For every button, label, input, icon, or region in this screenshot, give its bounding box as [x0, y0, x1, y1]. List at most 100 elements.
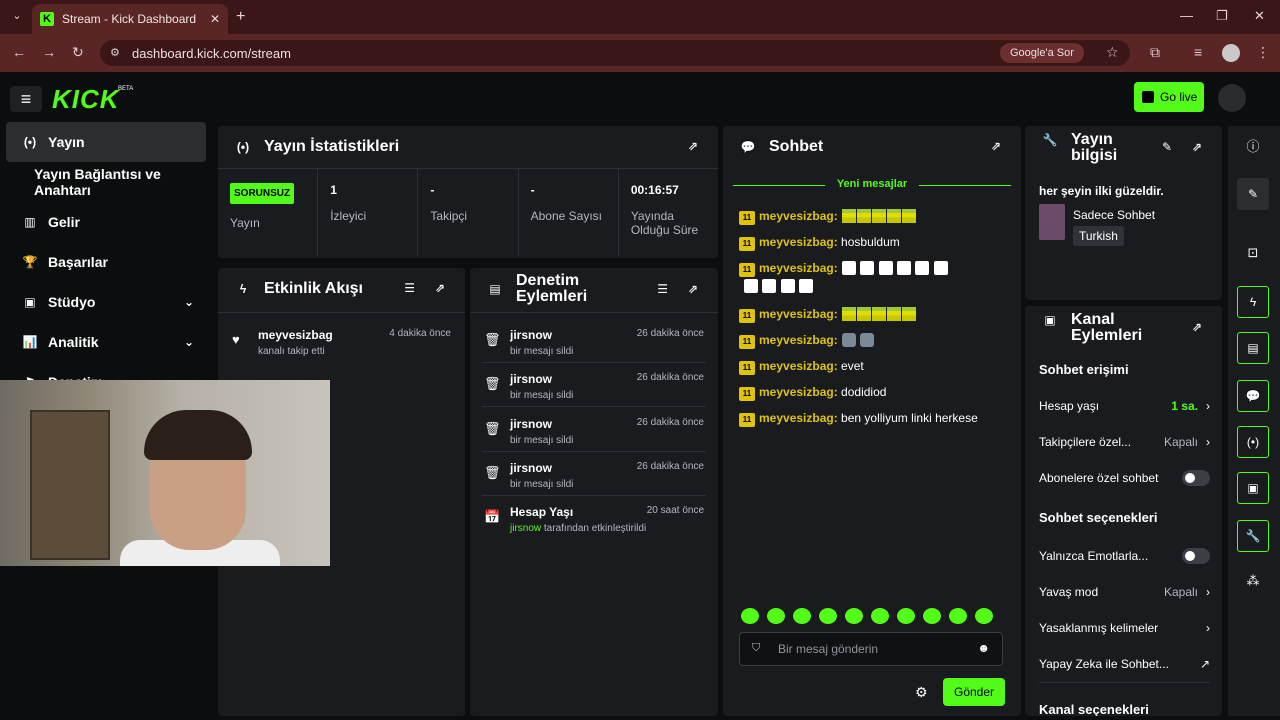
edit-icon[interactable]: ✎: [1237, 178, 1269, 210]
address-bar[interactable]: ⚙ dashboard.kick.com/stream Google'a Sor…: [100, 40, 1130, 66]
minimize-button[interactable]: —: [1180, 8, 1193, 23]
panel-title-line2: bilgisi: [1071, 147, 1118, 164]
stream-info-panel: 🔧 Yayın bilgisi ✎ ⇗ her şeyin ilki güzeldir.…: [1025, 126, 1222, 300]
slow-mode-row[interactable]: Yavaş mod Kapalı ›: [1039, 582, 1210, 602]
emote-button[interactable]: [819, 608, 837, 624]
subs-only-toggle[interactable]: [1182, 470, 1210, 486]
emote-button[interactable]: [923, 608, 941, 624]
emote-button[interactable]: [975, 608, 993, 624]
google-ask-button[interactable]: Google'a Sor: [1000, 43, 1084, 63]
tab-search-icon[interactable]: ⌄: [8, 7, 26, 25]
new-messages-divider: Yeni mesajlar: [733, 178, 1011, 192]
user-avatar[interactable]: [1218, 84, 1246, 112]
event-time: 26 dakika önce: [636, 328, 704, 339]
chat-username[interactable]: meyvesizbag:: [759, 307, 838, 321]
info-icon[interactable]: ⓘ: [1237, 132, 1269, 164]
ai-chat-row[interactable]: Yapay Zeka ile Sohbet... ↗: [1039, 654, 1210, 674]
emote-button[interactable]: [845, 608, 863, 624]
sidebar-item-revenue[interactable]: ▥ Gelir: [0, 202, 214, 242]
speaker-emote-icon: [780, 279, 795, 293]
browser-menu-icon[interactable]: ⋮: [1256, 44, 1270, 61]
chat-username[interactable]: meyvesizbag:: [759, 261, 838, 275]
camera-icon[interactable]: ▣: [1237, 472, 1269, 504]
trophy-icon: 🏆: [22, 255, 38, 269]
chat-message: 11 meyvesizbag: dodidiod: [739, 384, 886, 401]
filter-icon[interactable]: ☰: [657, 281, 668, 297]
equalizer-emote-icon: [842, 307, 857, 321]
chat-input[interactable]: ⛉ Bir mesaj gönderin ☻: [739, 632, 1003, 666]
section-heading: Kanal seçenekleri: [1039, 702, 1149, 716]
sidebar-item-studio[interactable]: ▣ Stüdyo ⌄: [0, 282, 214, 322]
chevron-down-icon[interactable]: ⌄: [184, 295, 194, 309]
lightning-icon[interactable]: ϟ: [1237, 286, 1269, 318]
chevron-down-icon[interactable]: ⌄: [184, 335, 194, 349]
shield-icon: ⛉: [752, 642, 761, 654]
nodes-icon[interactable]: ⁂: [1237, 566, 1269, 598]
emote-button[interactable]: [793, 608, 811, 624]
popout-icon[interactable]: ⇗: [688, 139, 698, 153]
row-label: Yasaklanmış kelimeler: [1039, 621, 1159, 635]
document-icon[interactable]: ▤: [1237, 332, 1269, 364]
bookmark-star-icon[interactable]: ☆: [1106, 44, 1119, 61]
profile-avatar[interactable]: [1222, 44, 1240, 62]
emote-button[interactable]: [949, 608, 967, 624]
broadcast-icon[interactable]: (•): [1237, 426, 1269, 458]
emoji-icon[interactable]: ☻: [977, 641, 990, 655]
trash-icon: 🗑: [484, 332, 501, 347]
emote-button[interactable]: [871, 608, 889, 624]
stat-label: Yayın: [230, 216, 260, 230]
screenshot-icon[interactable]: ⊡: [1237, 238, 1269, 270]
go-live-label: Go live: [1160, 90, 1198, 104]
popout-icon[interactable]: ⇗: [1192, 319, 1202, 335]
account-age-row[interactable]: Hesap yaşı 1 sa. ›: [1039, 396, 1210, 416]
emote-button[interactable]: [767, 608, 785, 624]
banned-words-row[interactable]: Yasaklanmış kelimeler ›: [1039, 618, 1210, 638]
channel-actions-panel: ▣ Kanal Eylemleri ⇗ Sohbet erişimi Hesap ya…: [1025, 306, 1222, 716]
followers-only-row[interactable]: Takipçilere özel... Kapalı ›: [1039, 432, 1210, 452]
emote-button[interactable]: [897, 608, 915, 624]
maximize-button[interactable]: ❐: [1216, 8, 1228, 24]
sidebar-item-achievements[interactable]: 🏆 Başarılar: [0, 242, 214, 282]
chat-username[interactable]: meyvesizbag:: [759, 235, 838, 249]
popout-icon[interactable]: ⇗: [1192, 139, 1202, 155]
emotes-only-toggle[interactable]: [1182, 548, 1210, 564]
moderation-actions-panel: ▤ Denetim Eylemleri ☰ ⇗ 🗑 jirsnow bir mesaj…: [470, 268, 718, 716]
filter-icon[interactable]: ☰: [404, 281, 415, 295]
emote-button[interactable]: [741, 608, 759, 624]
chat-username[interactable]: meyvesizbag:: [759, 209, 838, 223]
popout-icon[interactable]: ⇗: [688, 281, 698, 297]
chat-username[interactable]: meyvesizbag:: [759, 411, 838, 425]
sidebar-item-stream-key[interactable]: Yayın Bağlantısı ve Anahtarı: [0, 162, 214, 202]
go-live-button[interactable]: Go live: [1134, 82, 1204, 112]
category-name[interactable]: Sadece Sohbet: [1073, 208, 1155, 222]
back-icon[interactable]: ←: [12, 44, 26, 60]
list-item: 🗑 jirsnow bir mesajı sildi 26 dakika önc…: [470, 461, 718, 490]
chat-text: hosbuldum: [841, 235, 900, 249]
wrench-icon[interactable]: 🔧: [1237, 520, 1269, 552]
equalizer-emote-icon: [887, 307, 902, 321]
popout-icon[interactable]: ⇗: [991, 139, 1001, 153]
site-info-icon[interactable]: ⚙: [110, 46, 120, 59]
media-icon[interactable]: ≡: [1194, 44, 1202, 60]
sidebar-item-analytics[interactable]: 📊 Analitik ⌄: [0, 322, 214, 362]
reload-icon[interactable]: ↻: [72, 44, 84, 61]
close-window-button[interactable]: ✕: [1254, 8, 1265, 24]
section-heading: Sohbet seçenekleri: [1039, 510, 1158, 525]
sidebar-item-stream[interactable]: (•) Yayın: [6, 122, 206, 162]
menu-icon[interactable]: ≡: [10, 86, 42, 112]
extensions-icon[interactable]: ⧉: [1150, 44, 1160, 61]
send-button[interactable]: Gönder: [943, 678, 1005, 706]
kick-logo[interactable]: KICK: [52, 84, 120, 115]
forward-icon[interactable]: →: [42, 44, 56, 60]
document-icon: ▤: [489, 282, 501, 296]
browser-tab[interactable]: K Stream - Kick Dashboard ✕: [32, 4, 228, 34]
popout-icon[interactable]: ⇗: [435, 281, 445, 295]
edit-icon[interactable]: ✎: [1162, 139, 1172, 155]
new-tab-button[interactable]: +: [236, 8, 245, 26]
tab-close-icon[interactable]: ✕: [210, 12, 220, 26]
chat-settings-icon[interactable]: ⚙: [915, 684, 928, 701]
chat-username[interactable]: meyvesizbag:: [759, 359, 838, 373]
chat-bubble-icon[interactable]: 💬: [1237, 380, 1269, 412]
chat-username[interactable]: meyvesizbag:: [759, 333, 838, 347]
chat-username[interactable]: meyvesizbag:: [759, 385, 838, 399]
